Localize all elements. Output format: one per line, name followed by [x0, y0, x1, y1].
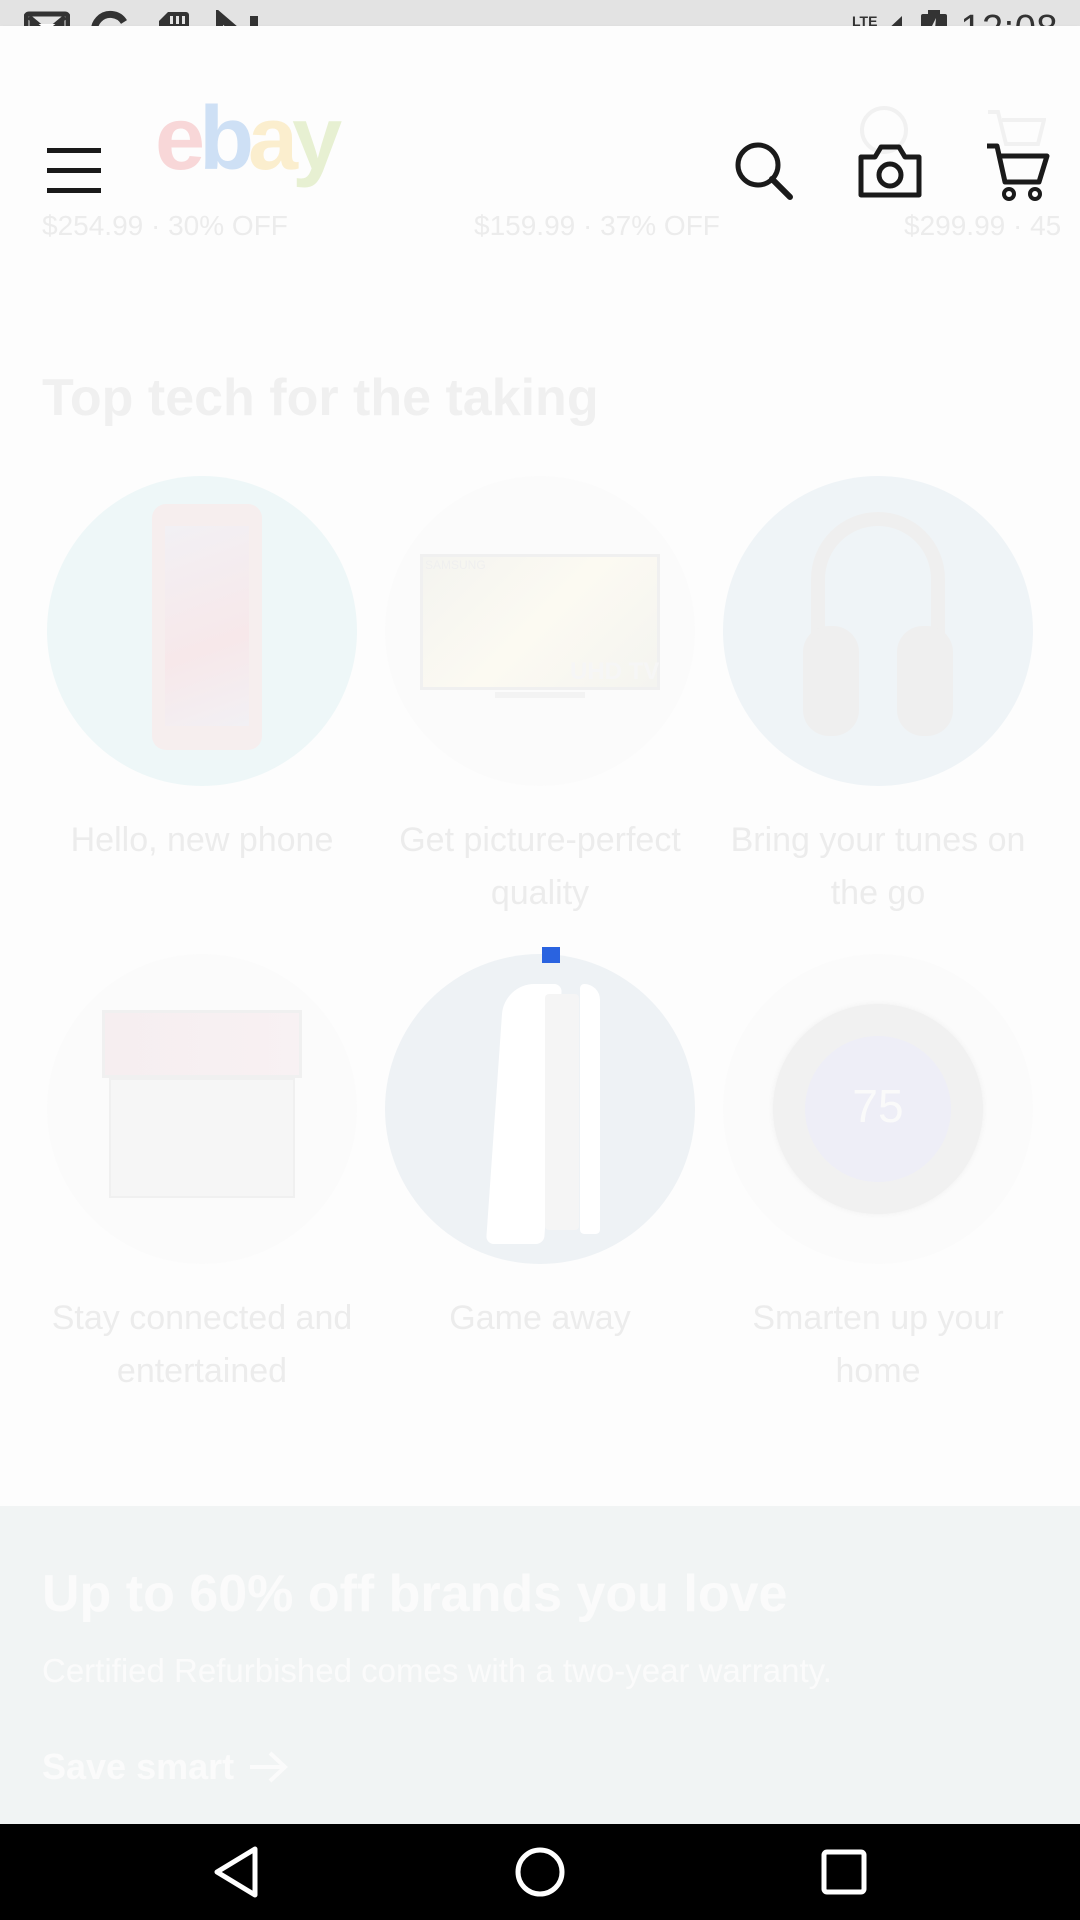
- tv-image: SAMSUNG UHD TV: [385, 476, 695, 786]
- ghost-price-1: $254.99 · 30% OFF: [42, 210, 288, 240]
- home-button[interactable]: [510, 1842, 570, 1902]
- home-icon: [515, 1847, 565, 1897]
- ghost-price-3: $299.99 · 45: [904, 210, 1062, 240]
- app-header: ebay $254.99 · 30% OFF $159.99 · 37% OFF…: [0, 26, 1080, 240]
- recents-button[interactable]: [814, 1842, 874, 1902]
- promo-subtitle: Certified Refurbished comes with a two-y…: [42, 1652, 832, 1689]
- console-image: [385, 954, 695, 1264]
- search-icon: [735, 142, 793, 200]
- cart-icon: [987, 143, 1050, 201]
- category-headphones[interactable]: Bring your tunes on the go: [718, 476, 1038, 920]
- phone-image: [47, 476, 357, 786]
- camera-button[interactable]: [850, 131, 930, 211]
- headphones-image: [723, 476, 1033, 786]
- back-button[interactable]: [206, 1842, 266, 1902]
- promo-banner[interactable]: Up to 60% off brands you love Certified …: [0, 1506, 1080, 1824]
- category-console[interactable]: Game away: [380, 954, 700, 1345]
- category-phone[interactable]: Hello, new phone: [42, 476, 362, 867]
- thermostat-image: 75: [723, 954, 1033, 1264]
- promo-title: Up to 60% off brands you love: [42, 1565, 788, 1623]
- ebay-logo: ebay: [155, 89, 342, 189]
- camera-icon: [858, 144, 922, 198]
- section-title: Top tech for the taking: [42, 369, 599, 427]
- ghost-price-2: $159.99 · 37% OFF: [474, 210, 720, 240]
- save-smart-link[interactable]: Save smart: [42, 1746, 290, 1788]
- menu-icon: [47, 148, 101, 193]
- cart-button[interactable]: [978, 131, 1058, 211]
- arrow-right-icon: [250, 1751, 289, 1783]
- category-laptop[interactable]: Stay connected and entertained: [42, 954, 362, 1398]
- laptop-image: [47, 954, 357, 1264]
- back-icon: [214, 1846, 258, 1898]
- system-nav-bar: [0, 1824, 1080, 1920]
- home-feed: Top tech for the taking Hello, new phone…: [0, 240, 1080, 1824]
- category-tv[interactable]: SAMSUNG UHD TV Get picture-perfect quali…: [380, 476, 700, 920]
- recents-icon: [821, 1849, 867, 1895]
- loading-indicator: [542, 947, 560, 963]
- category-thermostat[interactable]: 75 Smarten up your home: [718, 954, 1038, 1398]
- menu-button[interactable]: [34, 131, 114, 211]
- search-button[interactable]: [724, 131, 804, 211]
